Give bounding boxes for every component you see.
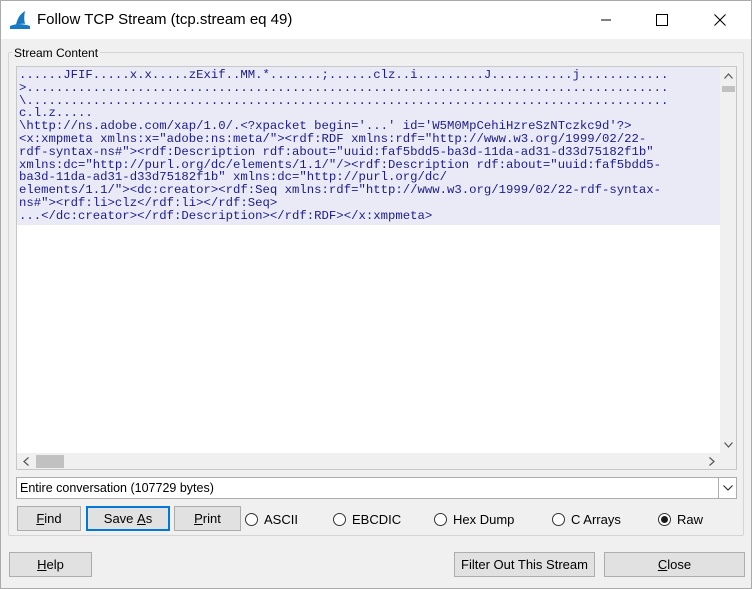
print-button[interactable]: Print	[174, 506, 241, 531]
stream-text-viewport[interactable]: ......JFIF.....x.x.....zExif..MM.*......…	[17, 67, 720, 453]
minimize-button[interactable]	[583, 1, 629, 39]
horizontal-scrollbar[interactable]	[17, 453, 720, 469]
radio-hex-dump-label: Hex Dump	[453, 511, 515, 527]
minimize-icon	[601, 19, 611, 21]
chevron-down-icon	[722, 485, 733, 491]
vertical-scrollbar[interactable]	[720, 67, 736, 453]
follow-tcp-stream-window: Follow TCP Stream (tcp.stream eq 49) Str…	[0, 0, 752, 589]
help-button[interactable]: Help	[9, 552, 92, 577]
close-icon	[714, 14, 726, 26]
scrollbar-corner	[720, 453, 736, 469]
scroll-down-button[interactable]	[720, 436, 736, 453]
radio-hex-dump[interactable]: Hex Dump	[434, 511, 514, 527]
radio-ebcdic-indicator[interactable]	[333, 512, 346, 526]
chevron-right-icon	[708, 457, 715, 466]
scroll-up-button[interactable]	[720, 67, 736, 84]
close-window-button[interactable]	[697, 1, 743, 39]
radio-ascii[interactable]: ASCII	[245, 511, 298, 527]
stream-line[interactable]: rdf-syntax-ns#"><rdf:Description rdf:abo…	[19, 145, 718, 159]
chevron-down-icon	[724, 441, 733, 448]
conversation-select-value: Entire conversation (107729 bytes)	[20, 481, 214, 495]
maximize-button[interactable]	[639, 1, 685, 39]
scroll-right-button[interactable]	[703, 453, 720, 469]
help-label: elp	[46, 557, 64, 572]
stream-line[interactable]: \.......................................…	[19, 94, 718, 108]
close-label: lose	[667, 557, 692, 572]
radio-raw-indicator[interactable]	[658, 512, 671, 526]
stream-line[interactable]: <x:xmpmeta xmlns:x="adobe:ns:meta/"><rdf…	[19, 133, 718, 146]
maximize-icon	[656, 14, 668, 26]
vertical-scroll-thumb[interactable]	[722, 86, 735, 92]
radio-raw-label: Raw	[677, 511, 704, 527]
conversation-select[interactable]: Entire conversation (107729 bytes)	[16, 477, 737, 499]
find-label: ind	[44, 511, 62, 526]
save-as-mnemonic: A	[137, 511, 146, 526]
radio-hex-dump-indicator[interactable]	[434, 512, 447, 526]
window-title: Follow TCP Stream (tcp.stream eq 49)	[37, 11, 293, 28]
stream-text[interactable]: ......JFIF.....x.x.....zExif..MM.*......…	[17, 67, 720, 225]
save-as-label-start: Save	[103, 511, 138, 526]
help-mnemonic: H	[37, 557, 47, 572]
radio-c-arrays-label: C Arrays	[571, 511, 621, 527]
radio-c-arrays[interactable]: C Arrays	[552, 511, 621, 527]
chevron-left-icon	[22, 457, 29, 466]
radio-ascii-indicator[interactable]	[245, 512, 258, 526]
close-button[interactable]: Close	[604, 552, 745, 577]
save-as-label-end: s	[145, 511, 153, 526]
radio-ebcdic-label: EBCDIC	[352, 511, 402, 527]
stream-line[interactable]: ...</dc:creator></rdf:Description></rdf:…	[19, 209, 718, 223]
radio-ebcdic[interactable]: EBCDIC	[333, 511, 401, 527]
stream-line[interactable]: ns#"><rdf:li>clz</rdf:li></rdf:Seq>	[19, 197, 718, 210]
scroll-left-button[interactable]	[17, 453, 34, 469]
print-mnemonic: P	[194, 511, 203, 526]
conversation-select-dropdown-button[interactable]	[718, 478, 736, 498]
filter-out-stream-button[interactable]: Filter Out This Stream	[454, 552, 595, 577]
find-button[interactable]: Find	[17, 506, 81, 531]
close-mnemonic: C	[657, 557, 668, 572]
radio-ascii-label: ASCII	[264, 511, 298, 527]
radio-raw[interactable]: Raw	[658, 511, 703, 527]
stream-content-view[interactable]: ......JFIF.....x.x.....zExif..MM.*......…	[16, 66, 737, 470]
chevron-up-icon	[724, 72, 733, 79]
stream-line[interactable]: ......JFIF.....x.x.....zExif..MM.*......…	[19, 69, 718, 82]
title-bar[interactable]: Follow TCP Stream (tcp.stream eq 49)	[1, 1, 751, 39]
radio-c-arrays-indicator[interactable]	[552, 512, 565, 526]
find-mnemonic: F	[36, 511, 45, 526]
horizontal-scroll-thumb[interactable]	[36, 455, 64, 468]
save-as-button[interactable]: Save As	[86, 506, 170, 531]
stream-content-label: Stream Content	[12, 46, 101, 60]
wireshark-fin-icon	[9, 9, 31, 31]
print-label: rint	[202, 511, 221, 526]
stream-line[interactable]: >.......................................…	[19, 81, 718, 95]
filter-out-stream-label: Filter Out This Stream	[461, 557, 588, 572]
